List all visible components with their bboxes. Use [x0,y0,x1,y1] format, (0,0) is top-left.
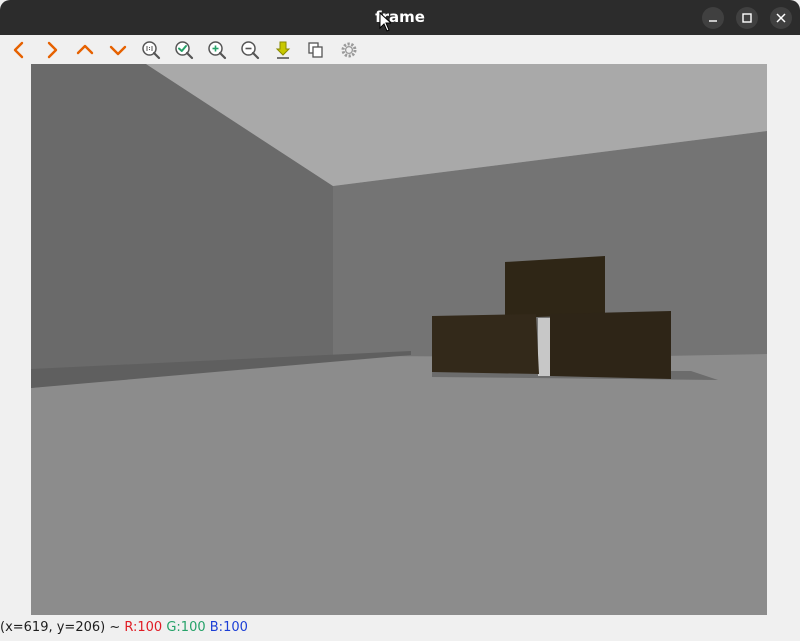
zoom-original-button[interactable] [141,40,161,60]
zoom-in-icon [208,41,227,60]
pan-up-button[interactable] [75,40,95,60]
pan-left-button[interactable] [9,40,29,60]
pan-down-button[interactable] [108,40,128,60]
window-titlebar[interactable]: frame [0,0,800,35]
window-title: frame [375,8,425,26]
status-bar: (x=619, y=206) ~ R:100 G:100 B:100 [0,615,800,635]
chevron-left-icon [13,41,24,59]
scene-box-top [505,256,605,318]
gear-icon [341,42,357,58]
zoom-in-button[interactable] [207,40,227,60]
download-icon [275,41,291,59]
minimize-button[interactable] [702,7,724,29]
zoom-100-icon [142,41,161,60]
status-coordinates: (x=619, y=206) ~ [0,620,121,635]
scene-box-bottom-right [550,311,671,379]
save-image-button[interactable] [273,40,293,60]
close-button[interactable] [770,7,792,29]
zoom-fit-icon [175,41,194,60]
properties-button[interactable] [339,40,359,60]
rendered-scene [31,64,767,615]
zoom-out-button[interactable] [240,40,260,60]
chevron-right-icon [47,41,58,59]
chevron-down-icon [109,45,127,56]
chevron-up-icon [76,44,94,55]
scene-gap [538,318,550,376]
scene-box-bottom-left [432,314,539,374]
status-blue-value: B:100 [209,620,248,635]
minimize-icon [709,20,717,22]
zoom-fit-button[interactable] [174,40,194,60]
maximize-button[interactable] [736,7,758,29]
status-red-value: R:100 [124,620,163,635]
image-viewport[interactable] [31,64,767,615]
maximize-icon [742,13,752,23]
copy-image-button[interactable] [306,40,326,60]
close-icon [776,13,786,23]
pan-right-button[interactable] [42,40,62,60]
copy-icon [308,42,323,58]
zoom-out-icon [241,41,260,60]
status-green-value: G:100 [166,620,206,635]
toolbar [0,35,800,64]
mouse-cursor-icon [379,12,391,32]
